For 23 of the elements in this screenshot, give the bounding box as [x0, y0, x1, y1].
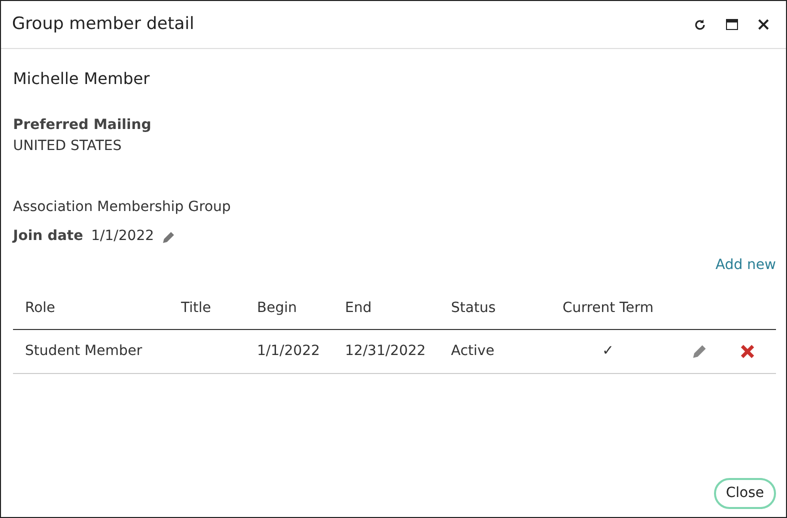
column-header: Title	[169, 288, 245, 330]
group-name: Association Membership Group	[13, 198, 232, 217]
field-label: Join date	[13, 227, 84, 246]
field-value: 1/1/2022	[91, 227, 154, 246]
column-header: End	[333, 288, 439, 330]
table-cell: Active	[451, 343, 494, 359]
checkmark-icon: ✓	[602, 343, 614, 359]
add-new-link[interactable]: Add new	[716, 257, 776, 273]
table-cell: 12/31/2022	[345, 343, 426, 359]
window-title: Group member detail	[12, 12, 194, 36]
column-header: Status	[439, 288, 536, 330]
close-button[interactable]: Close	[714, 478, 776, 509]
table-cell: 1/1/2022	[257, 343, 320, 359]
column-header: Begin	[245, 288, 333, 330]
table-cell: Student Member	[25, 343, 142, 359]
delete-icon[interactable]	[740, 344, 755, 359]
pencil-icon[interactable]	[692, 343, 708, 360]
member-name: Michelle Member	[13, 68, 151, 90]
column-header: Role	[13, 288, 169, 330]
column-header: Current Term	[536, 288, 680, 330]
field-label: Preferred Mailing	[13, 116, 152, 135]
pencil-icon[interactable]	[162, 230, 176, 244]
field-value: UNITED STATES	[13, 137, 123, 156]
